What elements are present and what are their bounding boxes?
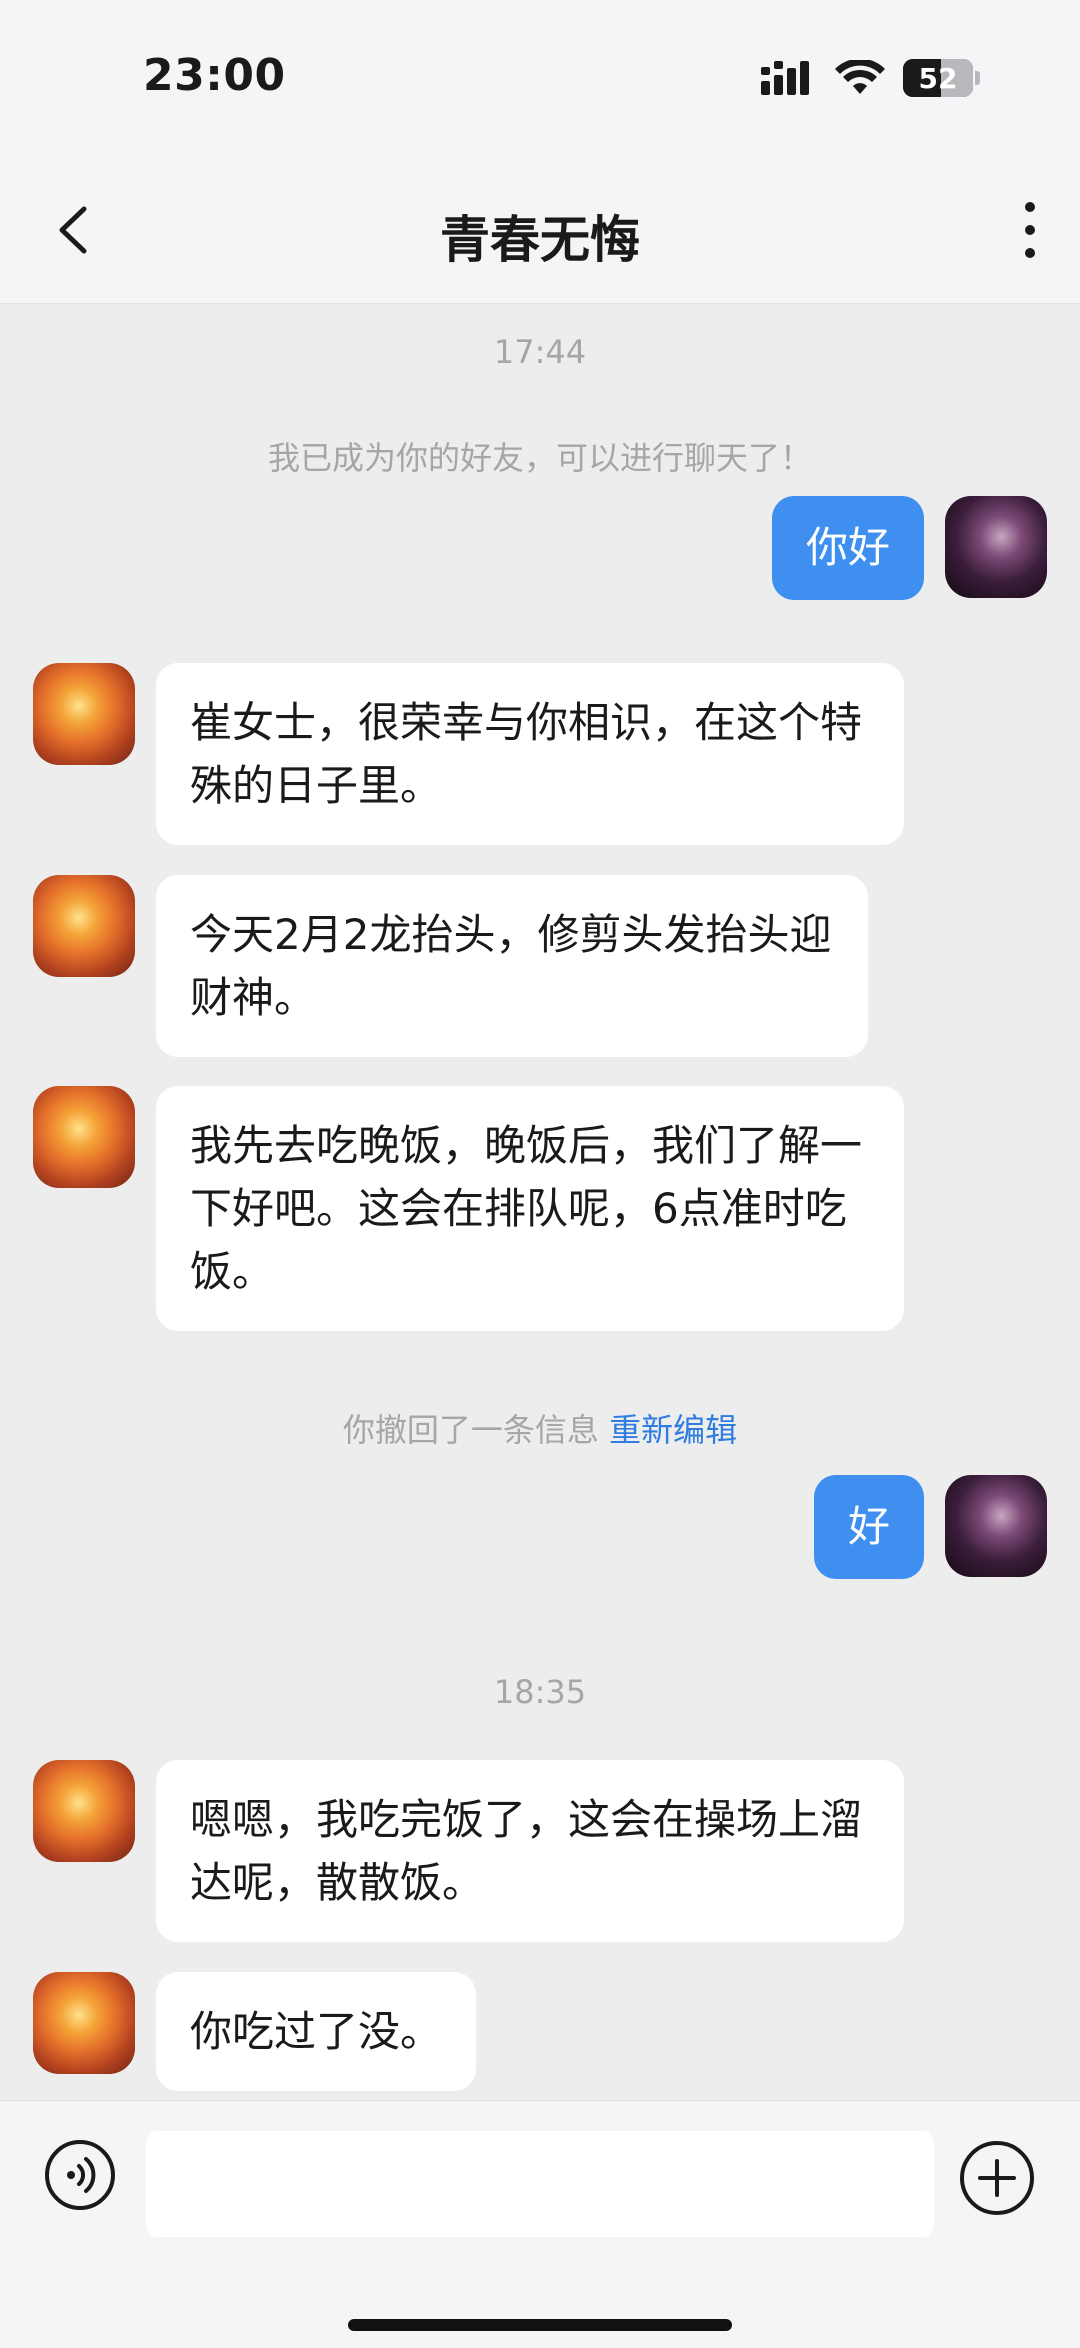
- contact-avatar[interactable]: [33, 1760, 135, 1862]
- cellular-signal-icon: [761, 61, 809, 95]
- plus-circle-icon: [960, 2141, 1034, 2215]
- contact-avatar[interactable]: [33, 875, 135, 977]
- message-bubble-self[interactable]: 你好: [771, 496, 924, 600]
- message-bubble-contact[interactable]: 嗯嗯，我吃完饭了，这会在操场上溜达呢，散散饭。: [156, 1760, 904, 1942]
- status-time: 23:00: [143, 50, 286, 101]
- system-notice: 我已成为你的好友，可以进行聊天了！: [267, 439, 812, 477]
- recall-notice: 你撤回了一条信息 重新编辑: [0, 1405, 1080, 1451]
- battery-tip: [975, 71, 980, 85]
- voice-button[interactable]: [44, 2139, 116, 2211]
- self-avatar[interactable]: [945, 1475, 1047, 1577]
- contact-avatar[interactable]: [33, 1086, 135, 1188]
- message-bubble-contact[interactable]: 我先去吃晚饭，晚饭后，我们了解一下好吧。这会在排队呢，6点准时吃饭。: [156, 1086, 904, 1331]
- more-button[interactable]: [1000, 195, 1060, 265]
- contact-avatar[interactable]: [33, 663, 135, 765]
- contact-avatar[interactable]: [33, 1972, 135, 2074]
- timestamp: 18:35: [493, 1673, 587, 1711]
- timestamp: 17:44: [493, 333, 587, 371]
- nav-bar: 青春无悔: [0, 160, 1080, 304]
- wifi-icon: [835, 60, 885, 94]
- home-indicator: [348, 2319, 732, 2331]
- message-input[interactable]: [146, 2131, 934, 2237]
- message-list[interactable]: 17:44 我已成为你的好友，可以进行聊天了！ 你好 崔女士，很荣幸与你相识，在…: [0, 303, 1080, 2100]
- voice-icon: [45, 2140, 115, 2210]
- message-bubble-self[interactable]: 好: [813, 1475, 924, 1579]
- status-icons: 52: [761, 56, 980, 100]
- message-bubble-contact[interactable]: 今天2月2龙抬头，修剪头发抬头迎财神。: [156, 875, 868, 1057]
- more-vertical-icon: [1025, 202, 1035, 258]
- battery-icon: 52: [903, 59, 973, 97]
- chat-title: 青春无悔: [440, 211, 640, 269]
- battery-level: 52: [918, 61, 958, 95]
- recall-text: 你撤回了一条信息: [342, 1411, 599, 1449]
- status-bar: 23:00 52: [0, 0, 1080, 160]
- re-edit-link[interactable]: 重新编辑: [609, 1411, 737, 1449]
- message-bubble-contact[interactable]: 你吃过了没。: [156, 1972, 477, 2091]
- add-button[interactable]: [958, 2139, 1036, 2217]
- input-bar: [0, 2100, 1080, 2348]
- self-avatar[interactable]: [945, 496, 1047, 598]
- message-bubble-contact[interactable]: 崔女士，很荣幸与你相识，在这个特殊的日子里。: [156, 663, 904, 845]
